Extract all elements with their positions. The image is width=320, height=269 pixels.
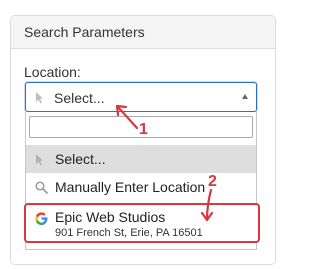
annotation-step-1: 1 (139, 121, 148, 138)
annotation-step-2: 2 (208, 173, 217, 190)
arrow-2 (200, 188, 214, 222)
arrow-1 (115, 104, 139, 130)
